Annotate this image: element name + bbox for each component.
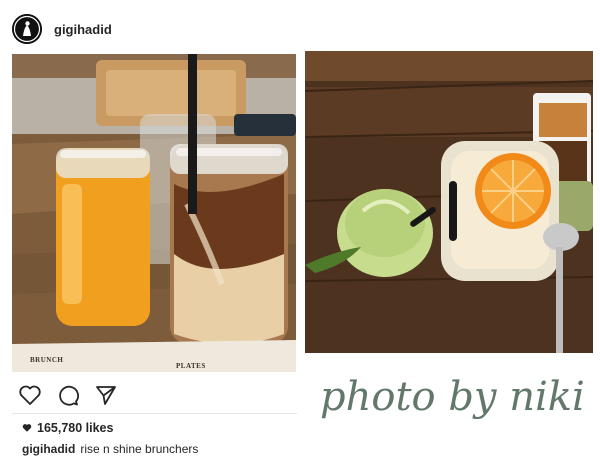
heart-small-icon — [22, 424, 32, 432]
heart-icon[interactable] — [18, 383, 42, 407]
caption-text: rise n shine brunchers — [80, 442, 199, 456]
menu-text-plates: PLATES — [176, 362, 206, 370]
post-header: gigihadid — [12, 14, 302, 44]
menu-text-brunch: BRUNCH — [30, 356, 64, 364]
comment-icon[interactable] — [56, 383, 80, 407]
avatar[interactable] — [12, 14, 42, 44]
share-icon[interactable] — [94, 383, 118, 407]
watermark: photo by niki — [318, 366, 594, 426]
likes-count[interactable]: 165,780 likes — [22, 421, 113, 435]
post-photo-drinks: BRUNCH PLATES — [12, 54, 296, 372]
post-actions — [18, 382, 138, 408]
photo-lime-orange-drinks — [305, 51, 593, 353]
caption-username[interactable]: gigihadid — [22, 442, 75, 456]
likes-text: 165,780 likes — [37, 421, 114, 435]
username[interactable]: gigihadid — [54, 22, 112, 37]
divider — [12, 413, 297, 414]
caption: gigihadid rise n shine brunchers — [22, 442, 198, 456]
watermark-text: photo by niki — [320, 374, 585, 420]
